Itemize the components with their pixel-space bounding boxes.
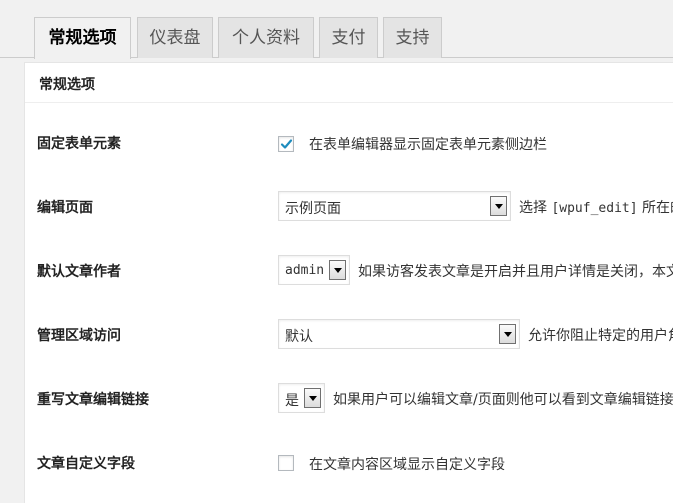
edit-page-description: 选择 [wpuf_edit] 所在的 <box>519 197 673 217</box>
edit-page-label: 编辑页面 <box>37 200 93 216</box>
tab-dashboard[interactable]: 仪表盘 <box>137 17 213 58</box>
admin-access-description: 允许你阻止特定的用户角 <box>528 328 673 344</box>
default-author-value: admin <box>285 263 325 278</box>
default-author-select[interactable]: admin <box>278 255 350 285</box>
fixed-form-label: 固定表单元素 <box>37 136 121 152</box>
fixed-form-checkbox[interactable] <box>278 136 294 152</box>
edit-page-desc-suffix: 所在的 <box>641 200 673 216</box>
tab-general[interactable]: 常规选项 <box>34 17 131 59</box>
default-author-label: 默认文章作者 <box>37 264 121 280</box>
fixed-form-description: 在表单编辑器显示固定表单元素侧边栏 <box>309 137 547 153</box>
chevron-down-icon <box>499 324 516 344</box>
override-edit-link-select[interactable]: 是 <box>278 383 325 413</box>
chevron-down-icon <box>490 196 507 216</box>
chevron-down-icon <box>304 388 321 408</box>
edit-page-value: 示例页面 <box>285 201 341 217</box>
chevron-down-icon <box>329 260 346 280</box>
tab-support[interactable]: 支持 <box>383 17 442 58</box>
override-edit-link-description: 如果用户可以编辑文章/页面则他可以看到文章编辑链接 <box>333 392 673 408</box>
admin-access-label: 管理区域访问 <box>37 328 121 344</box>
override-edit-link-label: 重写文章编辑链接 <box>37 392 149 408</box>
override-edit-link-value: 是 <box>285 393 299 409</box>
admin-access-value: 默认 <box>285 329 313 345</box>
checkmark-icon <box>280 139 293 149</box>
custom-fields-label: 文章自定义字段 <box>37 456 135 472</box>
settings-tabs: 常规选项 仪表盘 个人资料 支付 支持 <box>0 0 673 59</box>
tab-profile[interactable]: 个人资料 <box>218 17 314 58</box>
default-author-description: 如果访客发表文章是开启并且用户详情是关闭，本文 <box>358 264 673 280</box>
edit-page-shortcode: [wpuf_edit] <box>551 201 638 216</box>
custom-fields-description: 在文章内容区域显示自定义字段 <box>309 457 505 473</box>
section-title: 常规选项 <box>39 77 95 93</box>
edit-page-select[interactable]: 示例页面 <box>278 191 511 221</box>
section-divider <box>25 102 673 103</box>
custom-fields-checkbox[interactable] <box>278 455 294 471</box>
edit-page-desc-prefix: 选择 <box>519 200 552 216</box>
admin-access-select[interactable]: 默认 <box>278 319 520 349</box>
tab-payment[interactable]: 支付 <box>319 17 378 58</box>
